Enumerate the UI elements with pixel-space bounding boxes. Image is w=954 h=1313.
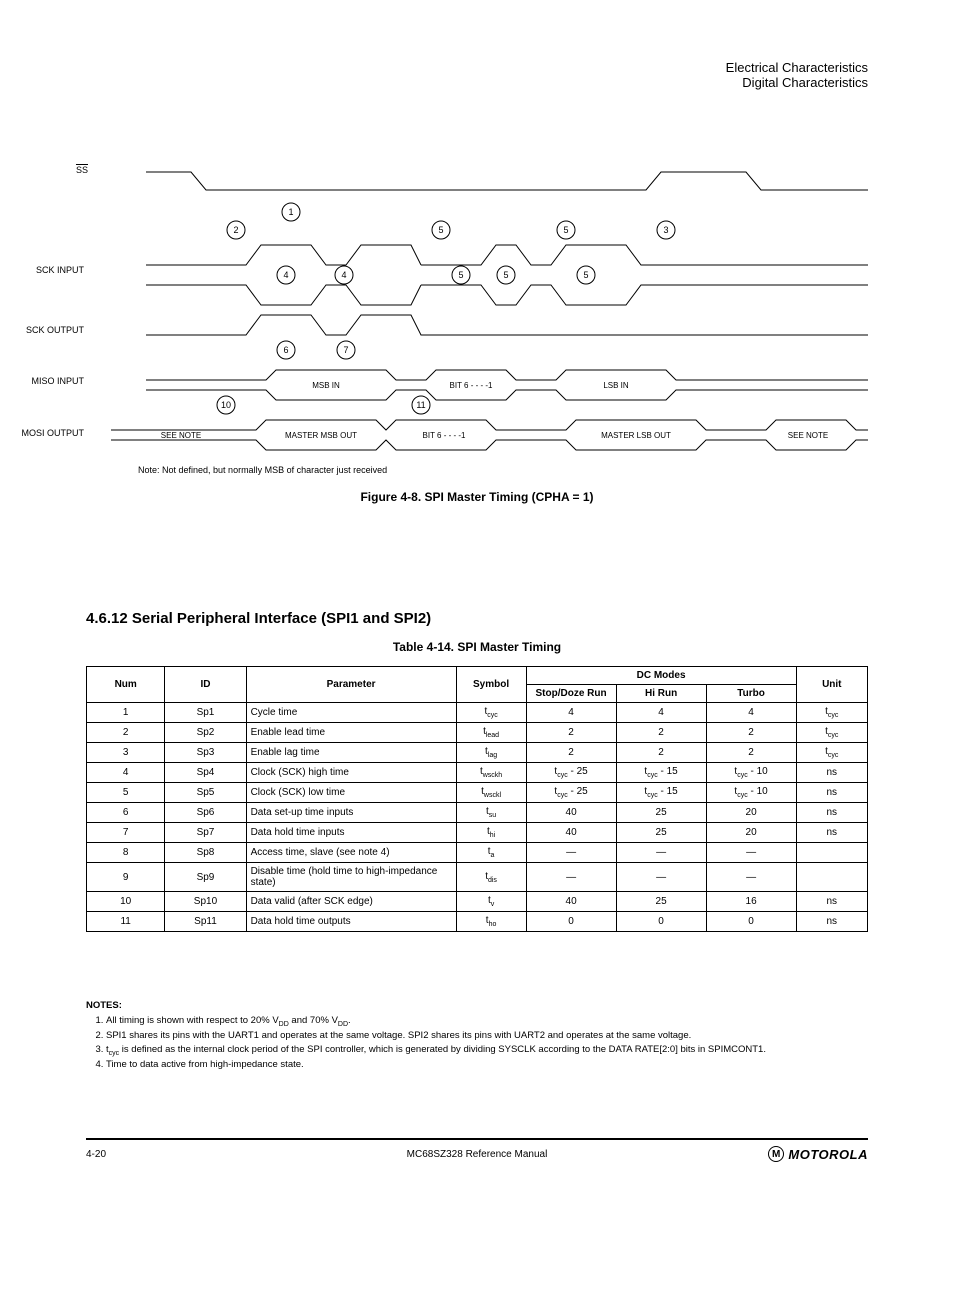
timing-diagram: 1 2 3 4 4 5 5 5 5 5 6 7 10 11 MSB IN BIT… [86, 150, 868, 490]
th-param: Parameter [246, 667, 456, 703]
svg-text:LSB IN: LSB IN [603, 381, 629, 390]
svg-text:MASTER MSB OUT: MASTER MSB OUT [285, 431, 357, 440]
svg-text:10: 10 [221, 400, 231, 410]
table-row: 7Sp7Data hold time inputsthi402520ns [87, 823, 868, 843]
note-item: SPI1 shares its pins with the UART1 and … [106, 1030, 868, 1043]
svg-text:3: 3 [663, 225, 668, 235]
svg-text:SEE NOTE: SEE NOTE [788, 431, 828, 440]
diagram-note: Note: Not defined, but normally MSB of c… [138, 465, 387, 475]
header-line-2: Digital Characteristics [726, 75, 868, 90]
table-row: 8Sp8Access time, slave (see note 4)ta——— [87, 843, 868, 863]
svg-text:5: 5 [583, 270, 588, 280]
label-sck-out: SCK OUTPUT [14, 325, 84, 335]
svg-text:SEE NOTE: SEE NOTE [161, 431, 201, 440]
svg-text:1: 1 [288, 207, 293, 217]
svg-text:5: 5 [458, 270, 463, 280]
label-ss: SS [18, 165, 88, 175]
note-item: tcyc is defined as the internal clock pe… [106, 1044, 868, 1058]
table-row: 1Sp1Cycle timetcyc444tcyc [87, 703, 868, 723]
notes-list: All timing is shown with respect to 20% … [86, 1015, 868, 1072]
footer-title: MC68SZ328 Reference Manual [86, 1149, 868, 1160]
table-row: 10Sp10Data valid (after SCK edge)tv40251… [87, 892, 868, 912]
table-row: 11Sp11Data hold time outputstho000ns [87, 912, 868, 932]
notes-header: NOTES: [86, 1000, 868, 1013]
note-item: Time to data active from high-impedance … [106, 1059, 868, 1072]
th-num: Num [87, 667, 165, 703]
table-row: 6Sp6Data set-up time inputstsu402520ns [87, 803, 868, 823]
th-stop: Stop/Doze Run [526, 685, 616, 703]
page-header: Electrical Characteristics Digital Chara… [726, 60, 868, 90]
svg-text:11: 11 [416, 400, 425, 410]
label-mosi: MOSI OUTPUT [14, 428, 84, 438]
svg-text:MSB IN: MSB IN [312, 381, 340, 390]
svg-text:4: 4 [341, 270, 346, 280]
spi-timing-table: Num ID Parameter Symbol DC Modes Unit St… [86, 666, 868, 932]
svg-text:6: 6 [283, 345, 288, 355]
label-miso: MISO INPUT [14, 376, 84, 386]
svg-text:4: 4 [283, 270, 288, 280]
th-hi: Hi Run [616, 685, 706, 703]
svg-text:BIT 6 - - - -1: BIT 6 - - - -1 [423, 431, 467, 440]
th-dc: DC Modes [526, 667, 796, 685]
th-unit: Unit [796, 667, 867, 703]
svg-text:MASTER LSB OUT: MASTER LSB OUT [601, 431, 671, 440]
svg-text:2: 2 [233, 225, 238, 235]
header-line-1: Electrical Characteristics [726, 60, 868, 75]
table-row: 3Sp3Enable lag timetlag222tcyc [87, 743, 868, 763]
table-row: 2Sp2Enable lead timetlead222tcyc [87, 723, 868, 743]
svg-text:5: 5 [563, 225, 568, 235]
table-row: 4Sp4Clock (SCK) high timetwsckhtcyc - 25… [87, 763, 868, 783]
svg-text:5: 5 [438, 225, 443, 235]
notes-block: NOTES: All timing is shown with respect … [86, 1000, 868, 1073]
label-sck-in: SCK INPUT [14, 265, 84, 275]
table-row: 9Sp9Disable time (hold time to high-impe… [87, 863, 868, 892]
table-title: Table 4-14. SPI Master Timing [0, 640, 954, 654]
page: Electrical Characteristics Digital Chara… [0, 0, 954, 1313]
th-id: ID [165, 667, 246, 703]
svg-text:BIT 6 - - - -1: BIT 6 - - - -1 [450, 381, 494, 390]
note-item: All timing is shown with respect to 20% … [106, 1015, 868, 1029]
figure-caption: Figure 4-8. SPI Master Timing (CPHA = 1) [0, 490, 954, 504]
section-title: 4.6.12 Serial Peripheral Interface (SPI1… [86, 610, 431, 627]
table-row: 5Sp5Clock (SCK) low timetwsckltcyc - 25t… [87, 783, 868, 803]
svg-text:7: 7 [343, 345, 348, 355]
th-symbol: Symbol [456, 667, 526, 703]
th-turbo: Turbo [706, 685, 796, 703]
page-footer: 4-20 MC68SZ328 Reference Manual M MOTORO… [86, 1138, 868, 1162]
svg-text:5: 5 [503, 270, 508, 280]
